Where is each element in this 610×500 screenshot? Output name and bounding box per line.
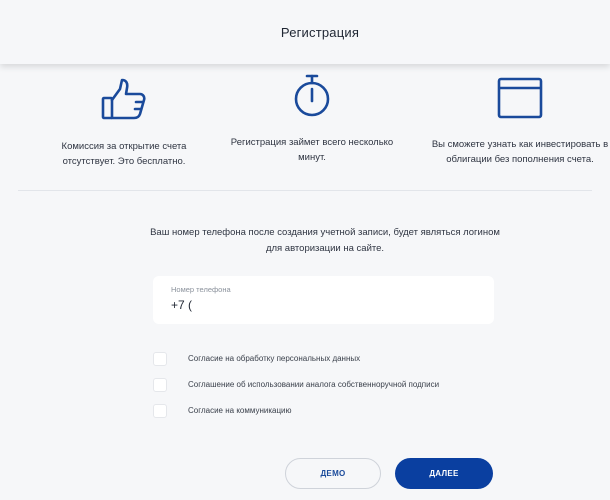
phone-login-info: Ваш номер телефона после создания учетно… (150, 227, 500, 254)
phone-input[interactable] (171, 298, 471, 312)
consent-communication[interactable]: Согласие на коммуникацию (153, 402, 439, 419)
feature-learn-investing: Вы сможете узнать как инвестировать в об… (430, 72, 610, 167)
stopwatch-icon (294, 74, 330, 117)
page-title: Регистрация (280, 24, 360, 40)
feature-text: Комиссия за открытие счета отсутствует. … (61, 141, 187, 167)
checkbox[interactable] (153, 351, 167, 366)
feature-fast-registration: Регистрация займет всего несколько минут… (222, 72, 402, 165)
thumbs-up-icon (101, 78, 146, 120)
features-section: Комиссия за открытие счета отсутствует. … (0, 72, 610, 190)
checkbox[interactable] (153, 403, 167, 418)
checkbox-label[interactable]: Согласие на обработку персональных данны… (188, 354, 360, 363)
demo-button[interactable]: ДЕМО (285, 458, 381, 489)
feature-text: Регистрация займет всего несколько минут… (230, 137, 394, 163)
section-divider (18, 190, 592, 191)
page-header: Регистрация (0, 0, 610, 64)
feature-commission: Комиссия за открытие счета отсутствует. … (34, 72, 214, 169)
checkbox-label[interactable]: Соглашение об использовании аналога собс… (188, 380, 439, 389)
consent-personal-data[interactable]: Согласие на обработку персональных данны… (153, 350, 439, 367)
checkbox[interactable] (153, 377, 167, 392)
consent-signature-analog[interactable]: Соглашение об использовании аналога собс… (153, 376, 439, 393)
feature-text: Вы сможете узнать как инвестировать в об… (431, 139, 609, 165)
phone-field[interactable]: Номер телефона (153, 276, 494, 324)
checkbox-label[interactable]: Согласие на коммуникацию (188, 406, 292, 415)
next-button[interactable]: ДАЛЕЕ (395, 458, 493, 489)
phone-field-label: Номер телефона (171, 285, 231, 294)
browser-window-icon (497, 77, 543, 119)
consent-checkboxes: Согласие на обработку персональных данны… (153, 350, 439, 428)
